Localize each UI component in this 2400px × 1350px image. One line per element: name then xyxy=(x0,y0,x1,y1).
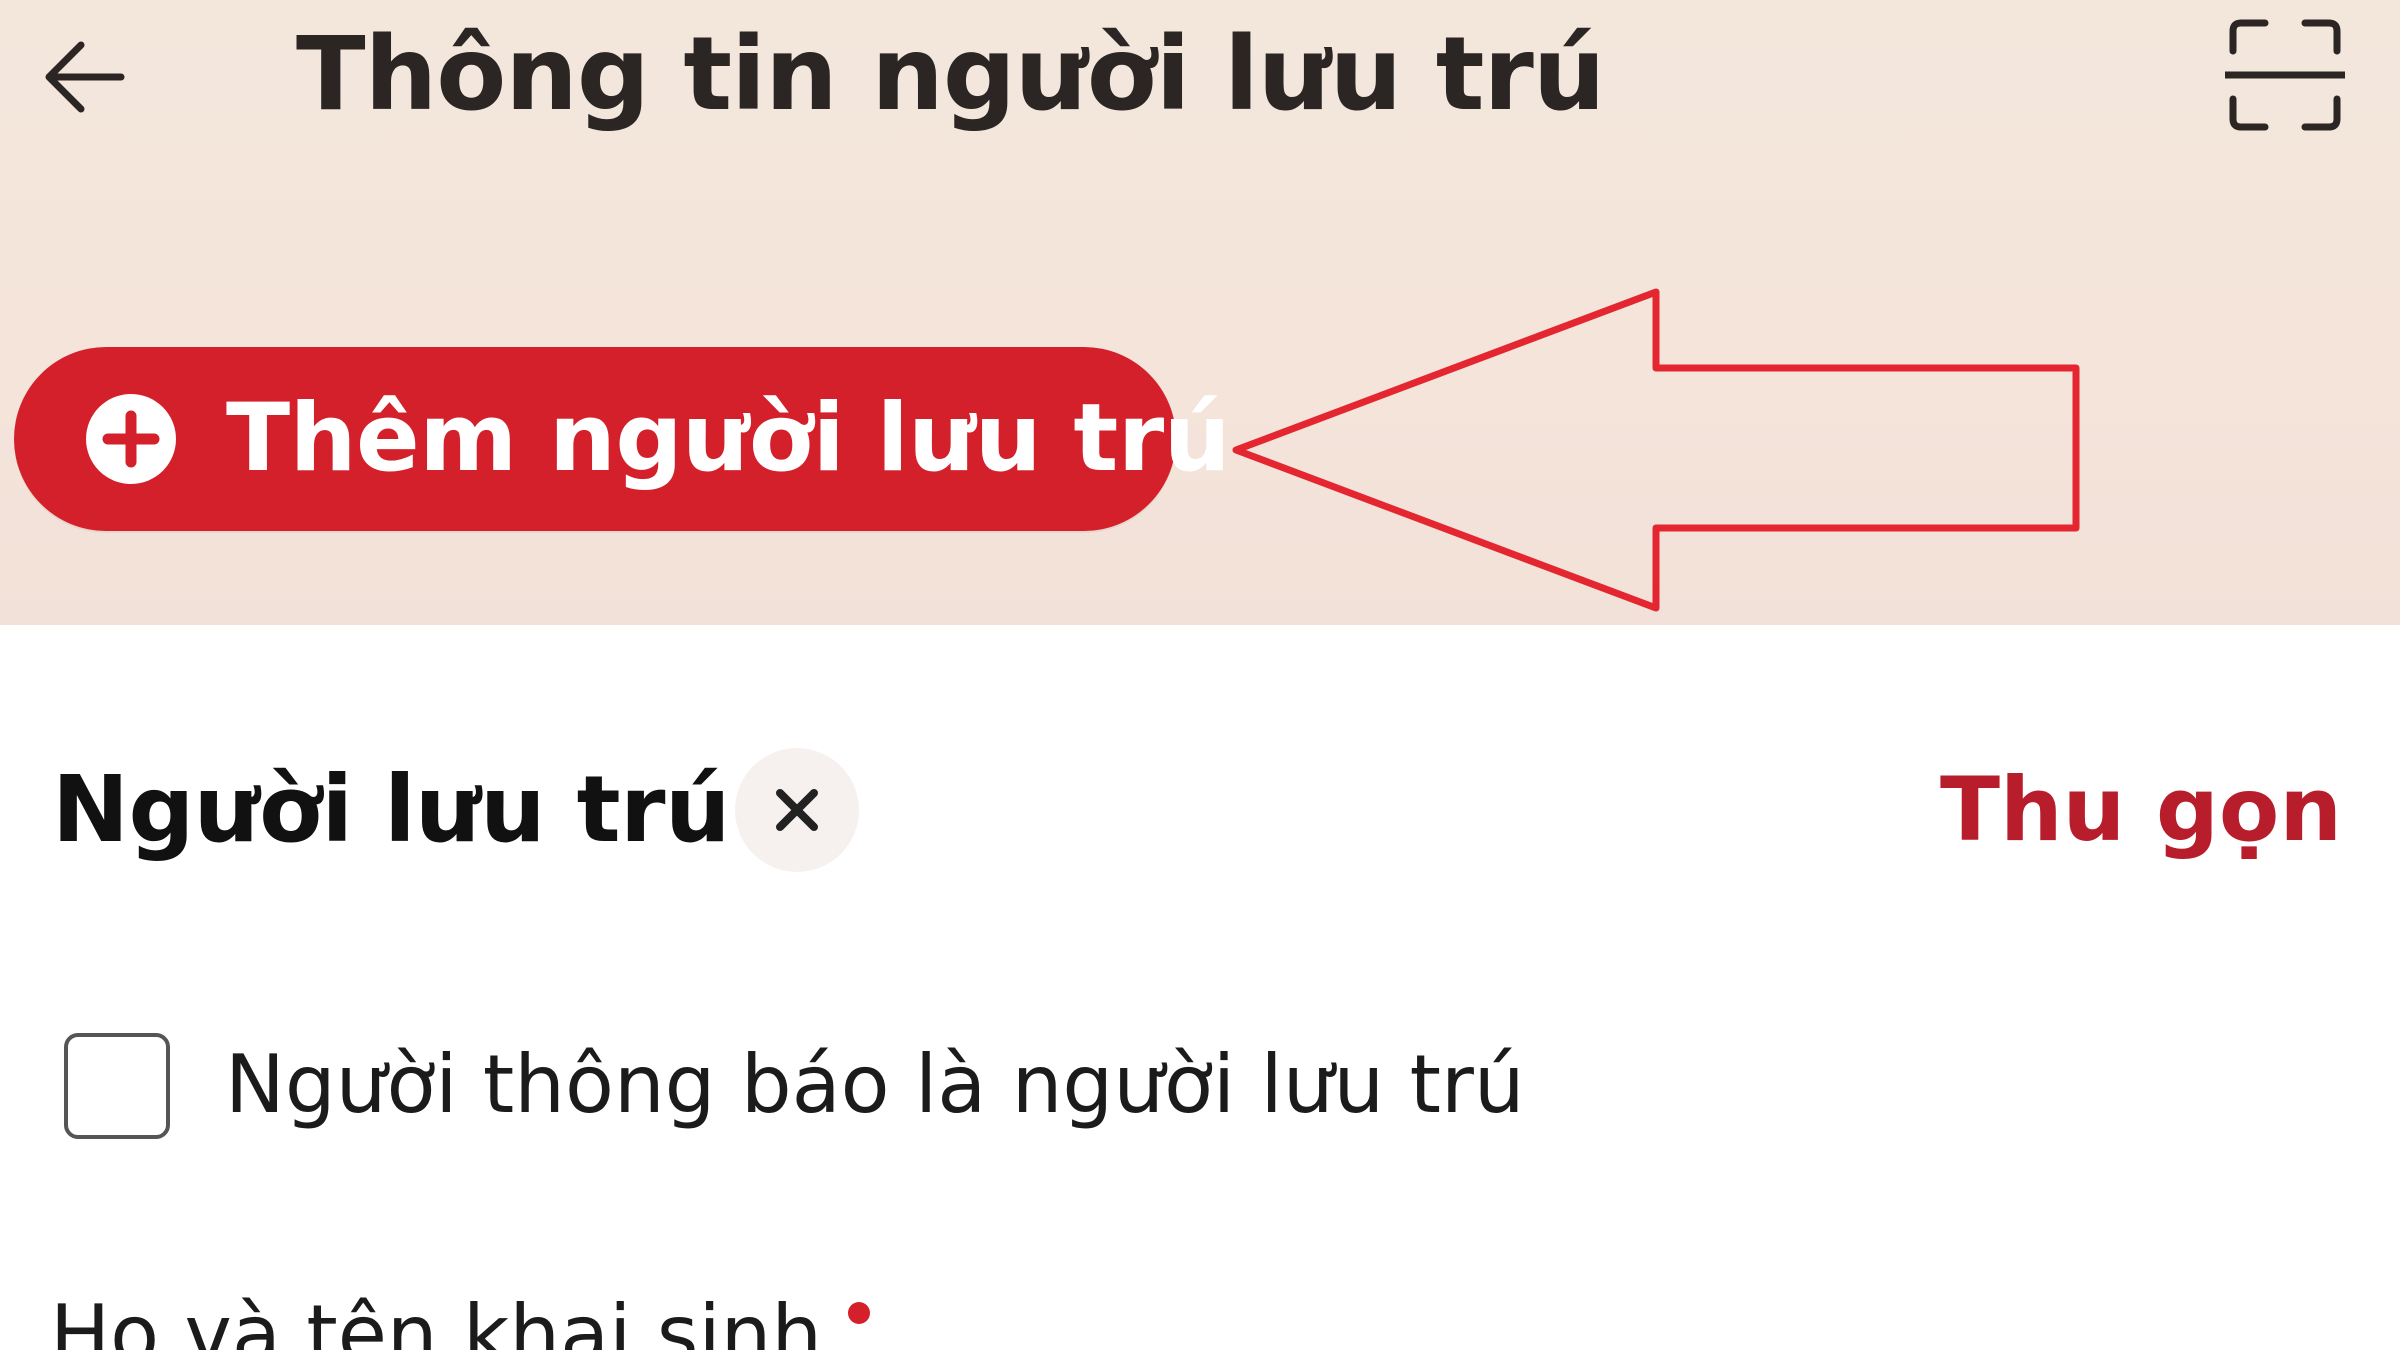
notifier-is-resident-checkbox[interactable] xyxy=(64,1033,170,1139)
required-indicator xyxy=(848,1302,870,1324)
checkbox-label: Người thông báo là người lưu trú xyxy=(225,1038,1525,1131)
close-icon xyxy=(776,789,818,831)
full-name-label: Họ và tên khai sinh xyxy=(50,1288,823,1350)
add-resident-button[interactable]: Thêm người lưu trú xyxy=(14,347,1231,531)
arrow-left-icon xyxy=(45,41,125,113)
scan-frame-icon xyxy=(2225,19,2345,131)
arrow-left-outline-icon xyxy=(1232,288,2080,612)
plus-circle-icon xyxy=(86,394,176,484)
section-title: Người lưu trú xyxy=(52,756,731,863)
add-resident-label: Thêm người lưu trú xyxy=(226,384,1231,493)
back-button[interactable] xyxy=(30,22,140,132)
page-title: Thông tin người lưu trú xyxy=(296,15,1605,134)
remove-resident-button[interactable] xyxy=(735,748,859,872)
collapse-link[interactable]: Thu gọn xyxy=(1940,745,2342,875)
resident-info-screen: Thông tin người lưu trú Thêm người lưu t… xyxy=(0,0,2400,1350)
scan-button[interactable] xyxy=(2220,10,2350,140)
header-band: Thông tin người lưu trú Thêm người lưu t… xyxy=(0,0,2400,625)
